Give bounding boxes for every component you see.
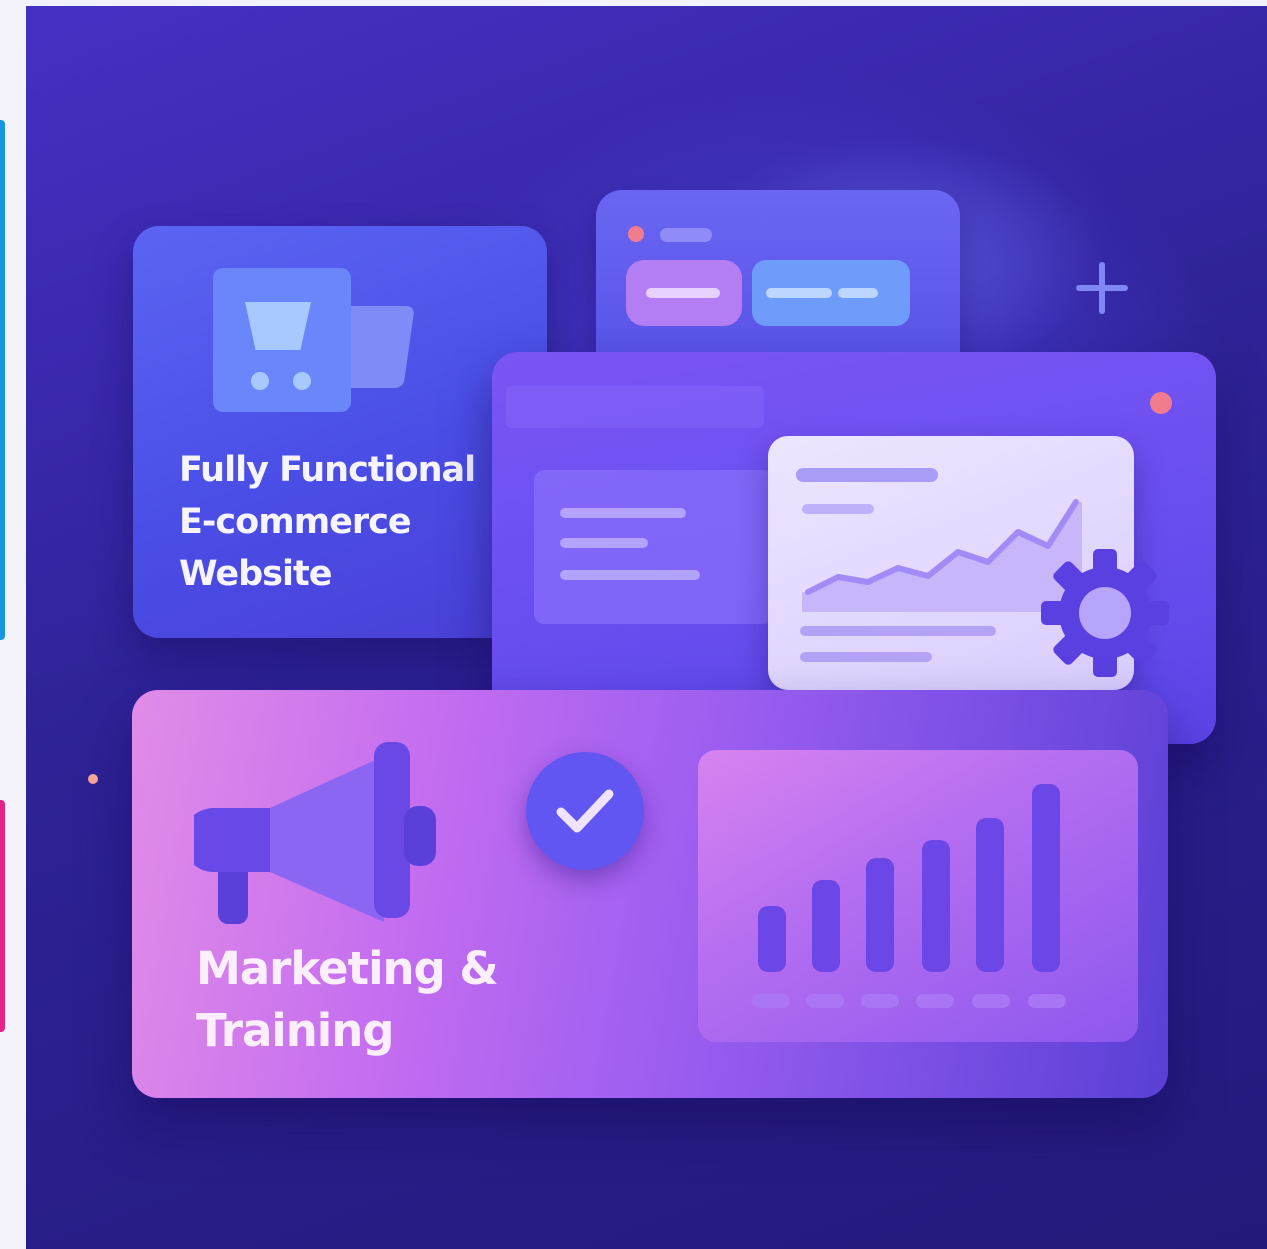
chart-tick: [806, 994, 844, 1008]
window-dot: [628, 226, 644, 242]
chart-bar: [922, 840, 950, 972]
illustration: Fully Functional E-commerce Website Mark…: [0, 0, 1267, 1249]
chart-bar: [866, 858, 894, 972]
chart-tick: [1028, 994, 1066, 1008]
gear-icon: [1041, 549, 1169, 677]
pill-button-blue: [752, 260, 910, 326]
pink-edge-accent: [0, 800, 5, 1032]
ecommerce-card: Fully Functional E-commerce Website: [133, 226, 547, 638]
plus-icon: [1074, 260, 1130, 320]
pill-button-purple: [626, 260, 742, 326]
dashboard-header-bar: [506, 386, 764, 428]
chart-tick: [916, 994, 954, 1008]
dashboard-card: [492, 352, 1216, 744]
sparkle-dot: [88, 774, 98, 784]
chart-bar: [976, 818, 1004, 972]
dashboard-list: [534, 470, 774, 624]
hero-canvas: Fully Functional E-commerce Website Mark…: [26, 6, 1267, 1249]
chart-bar: [1032, 784, 1060, 972]
blue-edge-accent: [0, 120, 5, 640]
shopping-cart-icon: [213, 268, 351, 412]
window-title-pill: [660, 228, 712, 242]
chart-tick: [752, 994, 790, 1008]
chart-bar: [812, 880, 840, 972]
chart-tick: [861, 994, 899, 1008]
window-dot: [1150, 392, 1172, 414]
left-strip: [0, 0, 26, 1249]
chart-bar: [758, 906, 786, 972]
chart-tick: [972, 994, 1010, 1008]
cart-wheel: [251, 372, 269, 390]
marketing-card: Marketing & Training: [132, 690, 1168, 1098]
check-icon: [526, 752, 644, 870]
marketing-title: Marketing & Training: [196, 942, 499, 1057]
megaphone-icon: [194, 742, 436, 924]
cart-basket: [245, 302, 311, 350]
bar-chart-card: [698, 750, 1138, 1042]
cart-wheel: [293, 372, 311, 390]
ecommerce-title: Fully Functional E-commerce Website: [179, 450, 476, 594]
